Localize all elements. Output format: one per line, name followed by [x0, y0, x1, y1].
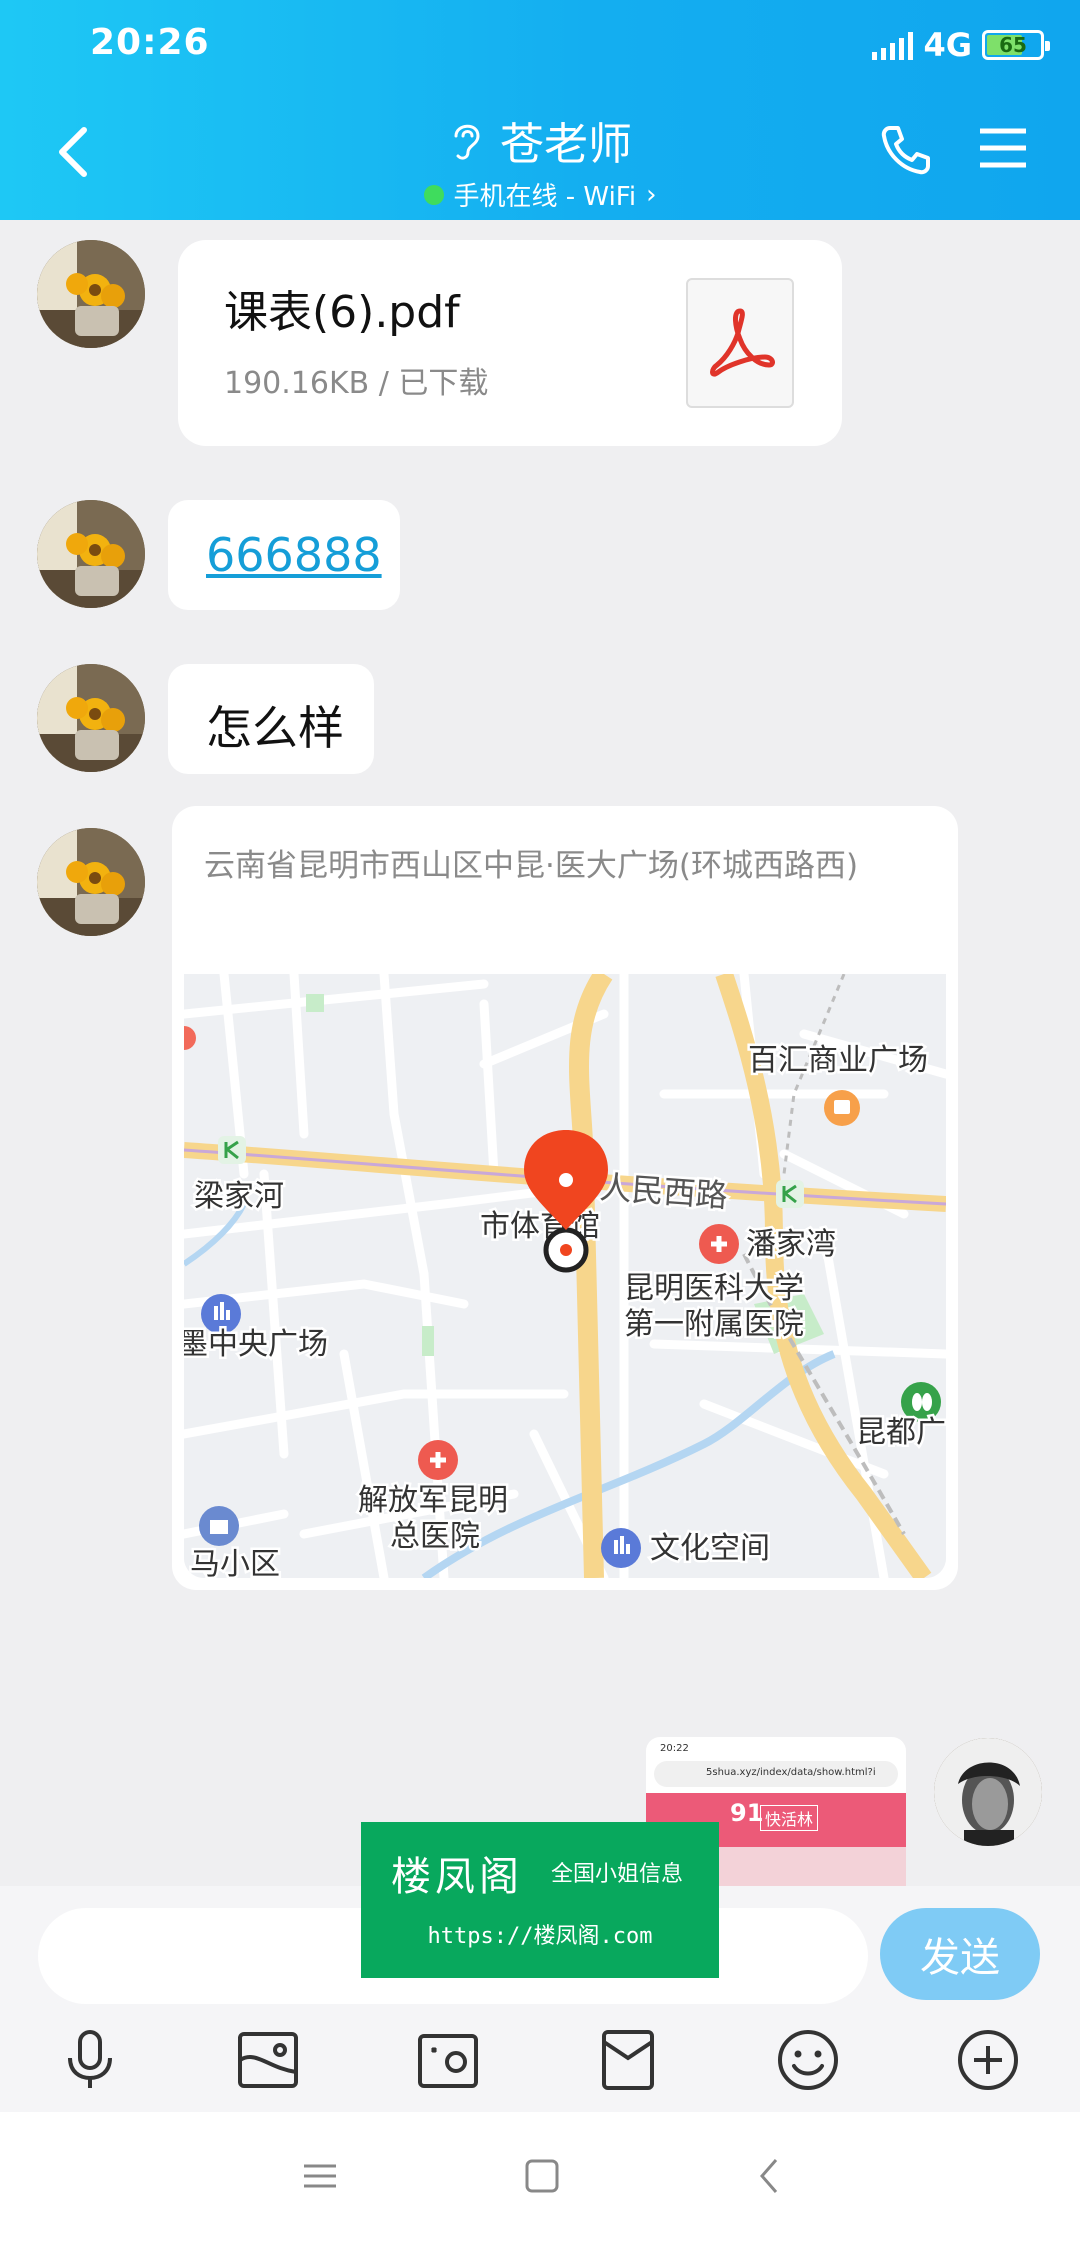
map-label-baihui: 百汇商业广场	[748, 1043, 928, 1078]
pdf-icon	[710, 308, 775, 377]
message-text: 怎么样	[206, 701, 344, 755]
ad-subtitle: 全国小姐信息	[551, 1862, 684, 1887]
home-icon[interactable]	[522, 2156, 562, 2196]
avatar[interactable]	[37, 500, 145, 608]
map-label-kundu: 昆都广	[856, 1415, 946, 1450]
ad-title: 楼凤阁	[391, 1854, 523, 1900]
avatar[interactable]	[37, 240, 145, 348]
message-link[interactable]: 666888	[206, 528, 382, 582]
thumb-time: 20:22	[660, 1743, 689, 1754]
recent-apps-icon[interactable]	[300, 2156, 340, 2196]
microphone-icon[interactable]	[54, 2024, 126, 2096]
system-nav-bar	[0, 2112, 1080, 2244]
thumb-brand-number: 91	[730, 1799, 764, 1827]
thumb-brand-text: 快活林	[760, 1805, 819, 1831]
battery-icon: 65	[982, 30, 1050, 60]
map-label-wenhua: 文化空间	[650, 1531, 770, 1566]
contact-name: 苍老师	[500, 119, 632, 170]
send-button[interactable]: 发送	[880, 1908, 1040, 2000]
ad-banner[interactable]: 楼凤阁 全国小姐信息 https://楼凤阁.com	[361, 1822, 719, 1978]
status-indicators: 4G 65	[872, 26, 1050, 64]
file-meta: 190.16KB / 已下载	[224, 366, 489, 401]
menu-icon[interactable]	[978, 126, 1028, 170]
red-packet-icon[interactable]	[592, 2024, 664, 2096]
status-time: 20:26	[90, 22, 210, 63]
phone-icon[interactable]	[878, 122, 934, 178]
map-label-panjiawan: 潘家湾	[746, 1227, 836, 1262]
map-label-jiefangjun-2: 总医院	[390, 1519, 480, 1554]
pdf-thumbnail	[686, 278, 794, 408]
online-dot	[423, 184, 444, 205]
battery-level: 65	[999, 33, 1027, 57]
text-message[interactable]: 怎么样	[168, 664, 374, 774]
my-avatar[interactable]	[934, 1738, 1042, 1846]
ad-url: https://楼凤阁.com	[427, 1924, 653, 1949]
signal-icon	[872, 30, 914, 60]
emoji-icon[interactable]	[772, 2024, 844, 2096]
link-message: 666888	[168, 500, 400, 610]
plus-icon[interactable]	[952, 2024, 1024, 2096]
avatar[interactable]	[37, 664, 145, 772]
map-label-maxiaoqu: 马小区	[190, 1547, 280, 1578]
chat-screen: 20:26 4G 65 苍老师 手机在线 - WiFi › 课表(6).pdf …	[0, 0, 1080, 2244]
chat-header: 20:26 4G 65 苍老师 手机在线 - WiFi ›	[0, 0, 1080, 220]
thumb-url: 5shua.xyz/index/data/show.html?id=	[706, 1767, 876, 1778]
location-message[interactable]: 云南省昆明市西山区中昆·医大广场(环城西路西) 百汇商业广场 梁家河 人民西路 …	[172, 806, 958, 1590]
network-type: 4G	[923, 26, 972, 64]
nav-back-icon[interactable]	[750, 2156, 790, 2196]
chevron-right-icon: ›	[646, 179, 657, 210]
file-name: 课表(6).pdf	[224, 287, 460, 338]
online-status: 手机在线 - WiFi	[453, 182, 637, 212]
map-label-jiefangjun-1: 解放军昆明	[358, 1483, 508, 1518]
camera-icon[interactable]	[412, 2024, 484, 2096]
location-address: 云南省昆明市西山区中昆·医大广场(环城西路西)	[204, 848, 859, 884]
map-label-liangjiahe: 梁家河	[194, 1179, 284, 1214]
location-map[interactable]: 百汇商业广场 梁家河 人民西路 市体育馆 潘家湾 昆明医科大学 第一附属医院 墨…	[184, 974, 946, 1578]
map-label-kunming-yike-2: 第一附属医院	[624, 1307, 804, 1342]
image-icon[interactable]	[232, 2024, 304, 2096]
ear-icon	[454, 124, 480, 160]
avatar[interactable]	[37, 828, 145, 936]
file-message[interactable]: 课表(6).pdf 190.16KB / 已下载	[178, 240, 842, 446]
map-label-kunming-yike-1: 昆明医科大学	[624, 1271, 804, 1306]
map-label-zhongyang: 墨中央广场	[184, 1327, 328, 1362]
